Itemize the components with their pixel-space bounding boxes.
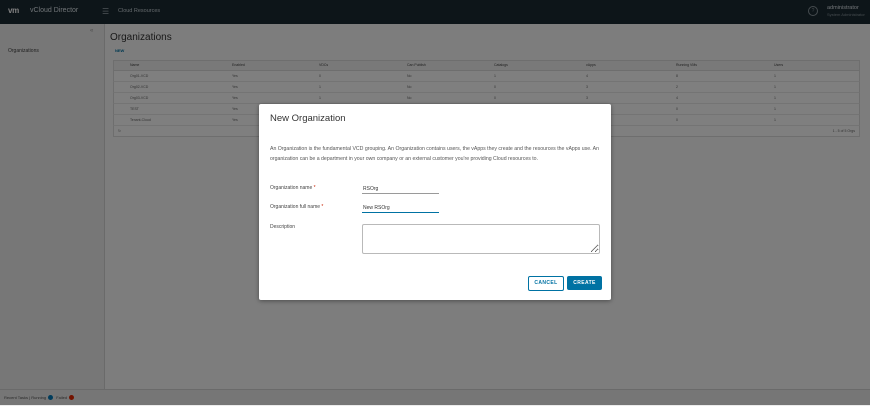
org-full-name-label: Organization full name * [270, 204, 324, 210]
new-organization-dialog: New Organization An Organization is the … [259, 104, 611, 300]
dialog-title: New Organization [270, 113, 346, 124]
cancel-button[interactable]: CANCEL [528, 276, 564, 291]
description-label: Description [270, 224, 296, 230]
org-name-input[interactable] [362, 184, 439, 194]
org-name-label: Organization name * [270, 185, 316, 191]
create-button[interactable]: CREATE [567, 276, 602, 290]
description-textarea[interactable] [362, 224, 600, 254]
org-full-name-input[interactable] [362, 203, 439, 213]
dialog-description: An Organization is the fundamental VCD g… [270, 146, 600, 162]
